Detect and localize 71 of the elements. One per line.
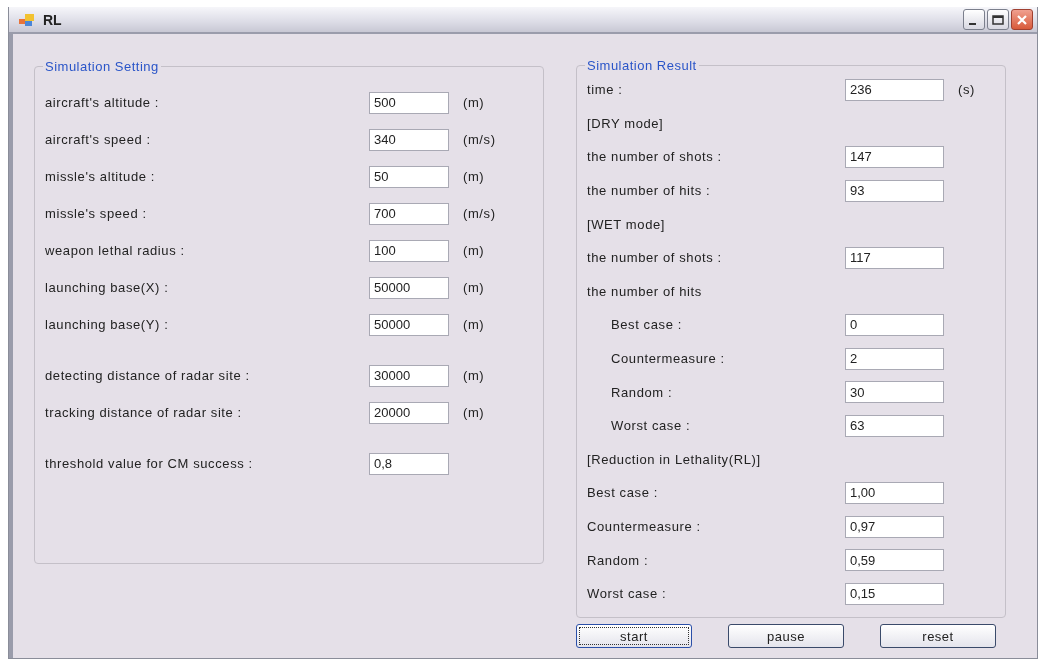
value-field[interactable]: 50000 <box>369 313 449 336</box>
field-label: Countermeasure : <box>610 351 726 367</box>
field-label: tracking distance of radar site : <box>45 405 243 420</box>
value-field[interactable]: 0,15 <box>845 582 944 605</box>
group-title: Simulation Setting <box>44 59 160 74</box>
section-label: [DRY mode] <box>587 115 665 131</box>
value-field[interactable]: 147 <box>845 146 944 168</box>
close-button[interactable] <box>1011 9 1033 30</box>
close-icon <box>1016 13 1028 26</box>
unit-label: (m) <box>463 280 485 295</box>
field-label: missle's altitude : <box>45 169 156 184</box>
section-label: [Reduction in Lethality(RL)] <box>587 451 762 467</box>
field-label: the number of shots : <box>587 149 723 165</box>
field-label: aircraft's speed : <box>45 132 152 147</box>
maximize-button[interactable] <box>987 9 1009 30</box>
section-label: the number of hits <box>587 283 703 299</box>
field-label: weapon lethal radius : <box>45 243 186 258</box>
field-label: Worst case : <box>610 418 692 434</box>
app-icon <box>19 12 35 27</box>
value-field[interactable]: 340 <box>369 128 449 151</box>
value-field[interactable]: 93 <box>845 179 944 202</box>
field-label: Best case : <box>587 485 659 501</box>
section-label: [WET mode] <box>587 216 666 232</box>
value-field[interactable]: 0 <box>845 313 944 336</box>
field-label: detecting distance of radar site : <box>45 368 251 383</box>
unit-label: (m) <box>463 317 485 332</box>
unit-label: (m) <box>463 405 485 420</box>
window-title: RL <box>43 11 62 28</box>
start-button[interactable]: start <box>576 624 692 648</box>
field-label: launching base(X) : <box>45 280 170 295</box>
minimize-button[interactable] <box>963 9 985 30</box>
field-label: aircraft's altitude : <box>45 95 161 110</box>
value-field[interactable]: 50000 <box>369 276 449 299</box>
value-field[interactable]: 0,59 <box>845 549 944 572</box>
value-field[interactable]: 236 <box>845 78 944 101</box>
unit-label: (s) <box>958 82 975 98</box>
field-label: Random : <box>610 384 674 400</box>
unit-label: (m) <box>463 368 485 383</box>
field-label: the number of hits : <box>587 183 712 199</box>
field-label: threshold value for CM success : <box>45 456 254 471</box>
field-label: launching base(Y) : <box>45 317 170 332</box>
value-field[interactable]: 2 <box>845 347 944 370</box>
unit-label: (m/s) <box>463 206 496 221</box>
value-field[interactable]: 50 <box>369 165 449 188</box>
unit-label: (m/s) <box>463 132 496 147</box>
value-field[interactable]: 30 <box>845 381 944 404</box>
reset-button[interactable]: reset <box>880 624 996 648</box>
field-label: Worst case : <box>587 586 668 602</box>
value-field[interactable]: 20000 <box>369 401 449 424</box>
field-label: time : <box>587 82 624 98</box>
value-field[interactable]: 117 <box>845 246 944 269</box>
value-field[interactable]: 63 <box>845 414 944 437</box>
unit-label: (m) <box>463 169 485 184</box>
value-field[interactable]: 500 <box>369 91 449 114</box>
unit-label: (m) <box>463 95 485 110</box>
field-label: the number of shots : <box>587 250 723 266</box>
field-label: Random : <box>587 552 650 568</box>
value-field[interactable]: 100 <box>369 239 449 262</box>
value-field[interactable]: 1,00 <box>845 481 944 504</box>
field-label: Best case : <box>610 317 683 333</box>
group-title: Simulation Result <box>586 58 698 73</box>
unit-label: (m) <box>463 243 485 258</box>
maximize-icon <box>992 14 1004 25</box>
field-label: Countermeasure : <box>587 519 702 534</box>
minimize-icon <box>969 22 976 25</box>
value-field[interactable]: 30000 <box>369 364 449 387</box>
value-field[interactable]: 0,8 <box>369 452 449 475</box>
value-field[interactable]: 700 <box>369 202 449 225</box>
value-field[interactable]: 0,97 <box>845 515 944 538</box>
field-label: missle's speed : <box>45 206 148 221</box>
pause-button[interactable]: pause <box>728 624 844 648</box>
